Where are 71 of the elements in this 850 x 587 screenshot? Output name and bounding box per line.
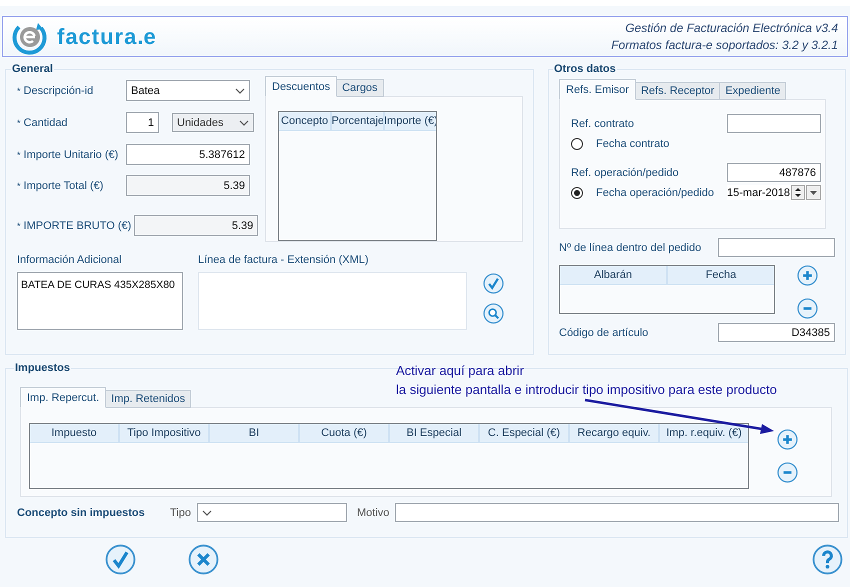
- field-label: Ref. operación/pedido: [571, 166, 679, 178]
- spinner-icon[interactable]: [791, 185, 821, 200]
- radio-option[interactable]: Fecha operación/pedido: [571, 186, 714, 198]
- field-label: * Cantidad: [17, 116, 69, 128]
- confirm-icon[interactable]: [105, 544, 136, 575]
- remove-icon[interactable]: [797, 298, 818, 319]
- quantity-field[interactable]: 1: [126, 112, 159, 133]
- field-label: * Importe Unitario (€): [17, 148, 120, 160]
- tab[interactable]: Imp. Retenidos: [105, 390, 192, 408]
- radio-button[interactable]: [571, 186, 583, 198]
- cancel-icon[interactable]: [188, 544, 219, 575]
- column-header: Tipo Impositivo: [120, 424, 210, 442]
- tab[interactable]: Refs. Emisor: [559, 79, 636, 100]
- section-title: General: [11, 63, 54, 75]
- date-field[interactable]: 15-mar-2018: [727, 185, 821, 200]
- add-icon[interactable]: [797, 265, 818, 286]
- caret-icon: [239, 120, 249, 126]
- field-label: Ref. contrato: [571, 118, 634, 130]
- field-label: Motivo: [357, 506, 390, 518]
- text-field[interactable]: 487876: [727, 163, 821, 182]
- header-text: Formatos factura-e soportados: 3.2 y 3.2.1: [611, 36, 838, 54]
- column-header: BI Especial: [390, 424, 480, 442]
- check-icon[interactable]: [483, 273, 504, 294]
- annotation-text: la siguiente pantalla e introducir tipo impositivo para este producto: [396, 381, 777, 399]
- add-icon[interactable]: [777, 429, 798, 450]
- section-title: Otros datos: [553, 63, 617, 75]
- field-label: Concepto sin impuestos: [17, 506, 146, 518]
- amount-field[interactable]: 5.387612: [126, 144, 250, 165]
- brand-name: factura.e: [57, 24, 156, 50]
- column-header: Recargo equiv.: [570, 424, 660, 442]
- text-field[interactable]: D34385: [718, 323, 835, 342]
- field-label: Línea de factura - Extensión (XML): [198, 254, 370, 266]
- amount-field[interactable]: 5.39: [126, 175, 250, 196]
- help-icon[interactable]: [812, 544, 843, 575]
- column-header: Cuota (€): [300, 424, 390, 442]
- caret-icon: [202, 510, 212, 516]
- tab[interactable]: Expediente: [719, 82, 786, 100]
- column-header: Albarán: [560, 266, 668, 284]
- header-text: Gestión de Facturación Electrónica v3.4: [625, 20, 838, 36]
- radio-option[interactable]: Fecha contrato: [571, 138, 670, 150]
- field-label: * Descripción-id: [17, 84, 94, 96]
- tab[interactable]: Refs. Receptor: [634, 82, 720, 100]
- column-header: C. Especial (€): [480, 424, 570, 442]
- column-header: Imp. r.equiv. (€): [665, 426, 743, 441]
- radio-button[interactable]: [571, 138, 583, 150]
- tab[interactable]: Cargos: [336, 79, 384, 97]
- column-header: Fecha: [704, 268, 738, 283]
- text-field[interactable]: [395, 503, 840, 522]
- tab[interactable]: Imp. Repercut.: [20, 387, 106, 408]
- field-label: Tipo: [170, 506, 191, 518]
- search-icon[interactable]: [483, 303, 504, 324]
- text-field[interactable]: [718, 238, 835, 257]
- field-label: Nº de línea dentro del pedido: [559, 242, 702, 254]
- field-label: Información Adicional: [17, 254, 123, 266]
- column-header: Porcentaje: [332, 112, 386, 130]
- field-label: * Importe Total (€): [17, 180, 104, 192]
- column-header: Impuesto: [30, 424, 120, 442]
- annotation-text: Activar aquí para abrir: [396, 362, 525, 380]
- column-header: Concepto: [279, 112, 332, 130]
- caret-icon: [235, 88, 245, 94]
- field-label: * IMPORTE BRUTO (€): [17, 220, 132, 232]
- tab[interactable]: Descuentos: [265, 76, 338, 97]
- amount-field[interactable]: 5.39: [134, 215, 258, 236]
- column-header: BI: [210, 424, 300, 442]
- remove-icon[interactable]: [777, 462, 798, 483]
- text-field[interactable]: [727, 114, 821, 133]
- section-title: Impuestos: [14, 362, 72, 374]
- dropdown[interactable]: [197, 503, 347, 522]
- text-area[interactable]: BATEA DE CURAS 435X285X80: [17, 272, 183, 330]
- field-label: Código de artículo: [559, 326, 648, 338]
- dropdown[interactable]: Batea: [126, 80, 250, 101]
